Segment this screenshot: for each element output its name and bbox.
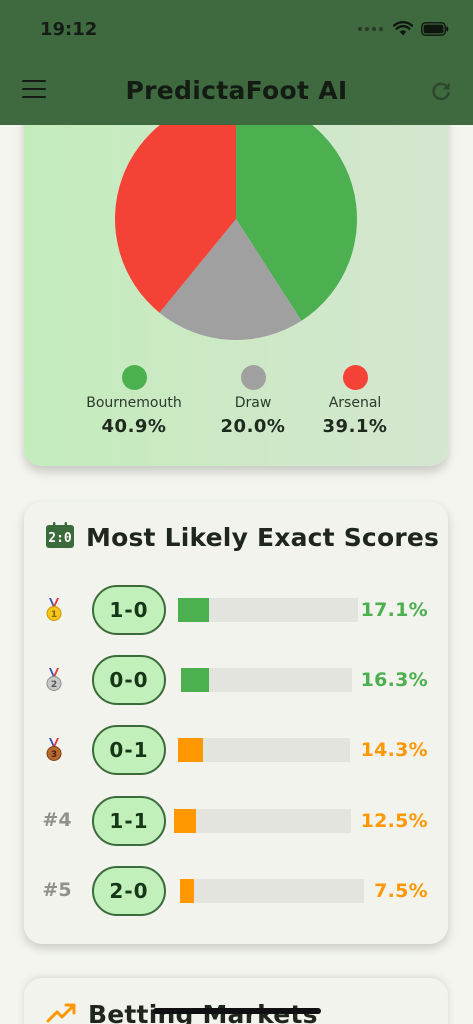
exact-scores-header: 2:0 Most Likely Exact Scores	[46, 522, 439, 552]
status-time: 19:12	[40, 19, 98, 40]
score-percent: 12.5%	[360, 810, 428, 832]
score-row: #4 1-1 12.5%	[24, 795, 448, 847]
probability-bar	[174, 809, 351, 833]
legend-dot-away	[342, 365, 368, 390]
score-row: 2 0-0 16.3%	[24, 654, 448, 706]
svg-text:2:0: 2:0	[48, 531, 72, 546]
app-title: PredictaFoot AI	[125, 76, 348, 105]
score-row: #5 2-0 7.5%	[24, 865, 448, 917]
probability-bar	[178, 598, 358, 622]
score-pill: 1-1	[92, 796, 166, 846]
score-pill: 0-1	[92, 725, 166, 775]
score-percent: 14.3%	[360, 739, 428, 761]
score-percent: 17.1%	[360, 599, 428, 621]
svg-text:1: 1	[51, 610, 57, 620]
legend-value-home: 40.9%	[101, 416, 167, 437]
battery-icon	[421, 21, 449, 36]
trending-up-icon	[46, 1002, 76, 1024]
legend-label-away: Arsenal	[328, 395, 382, 411]
refresh-icon[interactable]	[429, 79, 453, 103]
silver-medal-icon: 2	[46, 668, 62, 696]
score-row: 3 0-1 14.3%	[24, 724, 448, 776]
svg-text:2: 2	[51, 680, 57, 690]
legend-label-home: Bournemouth	[86, 395, 182, 411]
app-bar: 19:12 PredictaFoot AI	[0, 0, 473, 125]
exact-scores-card: 2:0 Most Likely Exact Scores 1 1-0 17.1%…	[24, 502, 448, 944]
legend-item-home: Bournemouth 40.9%	[74, 365, 194, 437]
score-pill: 1-0	[92, 585, 166, 635]
legend-dot-draw	[240, 365, 266, 390]
probability-bar	[181, 668, 352, 692]
score-pill: 0-0	[92, 655, 166, 705]
score-percent: 7.5%	[374, 880, 428, 902]
score-percent: 16.3%	[360, 669, 428, 691]
betting-markets-card: Betting Markets	[24, 978, 448, 1024]
gold-medal-icon: 1	[46, 598, 62, 626]
status-icons	[358, 21, 449, 36]
exact-scores-title: Most Likely Exact Scores	[86, 522, 440, 552]
legend-item-away: Arsenal 39.1%	[295, 365, 415, 437]
scoreboard-icon: 2:0	[46, 522, 74, 552]
score-rank: #4	[42, 809, 72, 831]
legend-dot-home	[121, 365, 147, 390]
wifi-icon	[393, 21, 413, 36]
bronze-medal-icon: 3	[46, 738, 62, 766]
probability-bar	[180, 879, 364, 903]
win-probability-pie-chart	[115, 98, 357, 340]
probability-bar	[178, 738, 350, 762]
pie-legend: Bournemouth 40.9% Draw 20.0% Arsenal 39.…	[24, 365, 448, 445]
legend-value-away: 39.1%	[322, 416, 388, 437]
home-indicator	[153, 1008, 321, 1014]
score-rank: #5	[42, 879, 72, 901]
score-pill: 2-0	[92, 866, 166, 916]
score-row: 1 1-0 17.1%	[24, 584, 448, 636]
svg-text:3: 3	[51, 750, 57, 760]
signal-dots-icon	[358, 26, 383, 31]
